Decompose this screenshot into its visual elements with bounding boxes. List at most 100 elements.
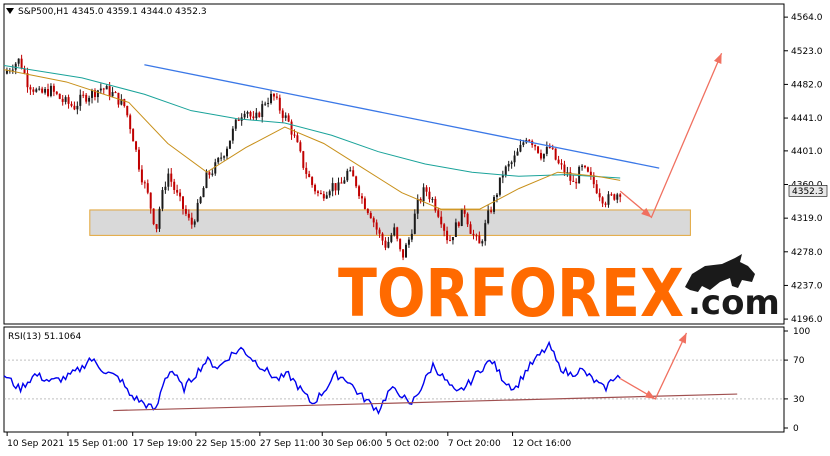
candle-body [281, 110, 284, 118]
candle-body [114, 92, 117, 94]
candle-body [440, 216, 443, 225]
candle-body [52, 85, 55, 92]
candle-body [334, 183, 337, 191]
candle-body [199, 197, 202, 203]
candle-body [167, 173, 170, 187]
candle-body [55, 91, 58, 94]
candle-body [322, 193, 325, 199]
candle-body [551, 147, 554, 149]
candle-body [451, 237, 454, 241]
candle-body [372, 218, 375, 223]
candle-body [428, 191, 431, 200]
candle-body [111, 92, 114, 97]
candle-body [557, 159, 560, 164]
candle-body [484, 223, 487, 242]
candle-body [226, 148, 229, 157]
candle-body [528, 139, 531, 142]
candle-body [413, 213, 416, 234]
candle-body [358, 186, 361, 197]
current-price-marker: 4352.3 [788, 185, 828, 197]
candle-body [249, 112, 252, 117]
candle-body [619, 194, 622, 197]
candle-body [108, 86, 111, 97]
rsi-panel[interactable] [3, 326, 785, 433]
candle-body [507, 164, 510, 167]
candle-body [481, 241, 484, 244]
candle-body [220, 157, 223, 159]
candle-body [181, 196, 184, 209]
candle-body [537, 146, 540, 153]
candle-body [155, 224, 158, 229]
candle-body [443, 224, 446, 231]
candle-body [346, 170, 349, 181]
price-tick-label: 4196.0 [791, 315, 823, 325]
candle-body [164, 186, 167, 191]
candle-body [337, 182, 340, 191]
watermark-suffix: .com [688, 283, 780, 323]
rsi-tick-label: 30 [793, 395, 805, 405]
candle-body [466, 213, 469, 225]
candle-body [548, 147, 551, 149]
candle-body [99, 88, 102, 91]
candle-body [85, 94, 88, 102]
candle-body [49, 85, 52, 96]
candle-body [179, 192, 182, 197]
price-tick-label: 4482.0 [791, 80, 823, 90]
candle-body [583, 165, 586, 168]
candle-body [293, 134, 296, 136]
candle-body [58, 93, 61, 99]
candle-body [360, 196, 363, 199]
candle-body [79, 94, 82, 106]
time-tick-label: 17 Sep 19:00 [133, 439, 193, 449]
candle-body [70, 103, 73, 106]
candle-body [132, 129, 135, 142]
price-chart[interactable]: TORFOREX .com S&P500,H1 4345.0 4359.1 43… [0, 0, 830, 456]
candle-body [607, 194, 610, 205]
candle-body [613, 194, 616, 200]
candle-body [35, 89, 38, 92]
time-tick-label: 10 Sep 2021 [7, 439, 64, 449]
candle-body [314, 184, 317, 192]
candle-body [545, 147, 548, 154]
candle-body [331, 183, 334, 192]
candle-body [601, 197, 604, 204]
candle-body [126, 106, 129, 116]
price-tick-label: 4278.0 [791, 248, 823, 258]
candle-body [26, 73, 29, 88]
candle-body [228, 140, 231, 149]
time-tick-label: 27 Sep 11:00 [260, 439, 320, 449]
rsi-tick-label: 100 [793, 327, 810, 337]
candle-body [422, 187, 425, 202]
candle-body [91, 90, 94, 98]
candle-body [135, 141, 138, 150]
price-tick-label: 4319.0 [791, 214, 823, 224]
candle-body [76, 105, 79, 110]
candle-body [17, 58, 20, 64]
candle-body [302, 151, 305, 168]
candle-body [610, 194, 613, 196]
price-tick-label: 4237.0 [791, 281, 823, 291]
candle-body [158, 208, 161, 229]
candle-body [246, 112, 249, 114]
candle-body [252, 116, 255, 119]
candle-body [184, 208, 187, 214]
candle-body [14, 63, 17, 70]
candle-body [217, 157, 220, 163]
candle-body [205, 172, 208, 189]
price-axis[interactable]: 4564.04523.04482.04441.04401.04360.04319… [784, 13, 823, 325]
candle-body [581, 165, 584, 167]
time-axis[interactable]: 10 Sep 2021 15 Sep 01:00 17 Sep 19:00 22 Se… [6, 432, 572, 449]
watermark-brand: TORFOREX [338, 255, 684, 332]
time-tick-label: 30 Sep 06:00 [322, 439, 382, 449]
candle-body [296, 135, 299, 143]
candle-body [457, 222, 460, 226]
rsi-label: RSI(13) 51.1064 [8, 332, 81, 342]
price-tick-label: 4564.0 [791, 13, 823, 23]
candle-body [519, 144, 522, 152]
rsi-tick-label: 70 [793, 356, 805, 366]
time-tick-label: 22 Sep 15:00 [196, 439, 256, 449]
candle-body [11, 69, 14, 71]
candle-body [20, 58, 23, 69]
candle-body [258, 112, 261, 117]
candle-body [343, 180, 346, 184]
